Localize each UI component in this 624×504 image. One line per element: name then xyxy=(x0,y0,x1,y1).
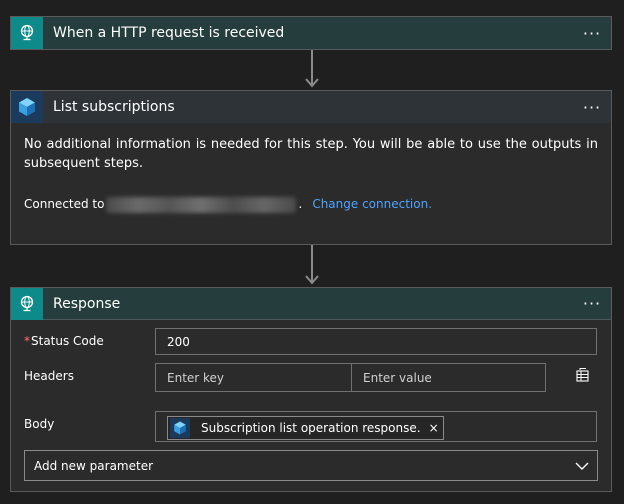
header-key-input[interactable]: Enter key xyxy=(155,363,352,392)
required-mark: * xyxy=(24,334,30,348)
header-key-placeholder: Enter key xyxy=(167,370,225,385)
add-new-parameter-label: Add new parameter xyxy=(34,458,154,473)
body-dynamic-token[interactable]: Subscription list operation response. × xyxy=(167,416,444,440)
cube-icon xyxy=(170,418,190,438)
status-code-value: 200 xyxy=(167,334,190,349)
body-token-label: Subscription list operation response. xyxy=(201,421,421,435)
list-subscriptions-header[interactable]: List subscriptions ··· xyxy=(11,91,611,123)
list-subscriptions-more-button[interactable]: ··· xyxy=(577,98,607,117)
headers-label: Headers xyxy=(24,369,74,383)
token-remove-button[interactable]: × xyxy=(429,421,439,435)
info-text: No additional information is needed for … xyxy=(24,137,598,171)
chevron-down-icon xyxy=(575,462,589,470)
status-code-input[interactable]: 200 xyxy=(155,328,597,355)
arrow-head-icon xyxy=(305,78,319,88)
switch-mode-icon[interactable] xyxy=(575,367,591,383)
add-new-parameter-dropdown[interactable]: Add new parameter xyxy=(24,450,598,481)
http-trigger-more-button[interactable]: ··· xyxy=(577,24,607,43)
list-subscriptions-title: List subscriptions xyxy=(53,99,175,115)
response-header[interactable]: Response ··· xyxy=(11,287,611,320)
response-title: Response xyxy=(53,295,121,312)
connection-suffix: . xyxy=(298,197,303,211)
status-code-label: *Status Code xyxy=(24,334,104,348)
http-trigger-header[interactable]: When a HTTP request is received ··· xyxy=(11,17,611,49)
body-label: Body xyxy=(24,417,55,431)
change-connection-link[interactable]: Change connection. xyxy=(312,195,432,214)
redacted-connection-name xyxy=(106,196,297,213)
connected-to-label: Connected to xyxy=(24,197,105,211)
http-trigger-card[interactable]: When a HTTP request is received ··· xyxy=(10,16,612,50)
header-value-placeholder: Enter value xyxy=(363,370,432,385)
http-trigger-title: When a HTTP request is received xyxy=(53,25,285,41)
globe-icon xyxy=(11,287,43,320)
connection-row: Connected to . Change connection. xyxy=(24,195,598,214)
connector-arrow xyxy=(305,50,319,90)
header-value-input[interactable]: Enter value xyxy=(351,363,546,392)
response-card: Response ··· *Status Code 200 Headers En… xyxy=(10,287,612,492)
cube-icon xyxy=(11,91,43,123)
response-more-button[interactable]: ··· xyxy=(577,294,607,313)
connector-arrow xyxy=(305,245,319,287)
list-subscriptions-card: List subscriptions ··· No additional inf… xyxy=(10,90,612,245)
status-code-label-text: Status Code xyxy=(31,334,104,348)
globe-icon xyxy=(11,17,43,49)
arrow-head-icon xyxy=(305,275,319,285)
